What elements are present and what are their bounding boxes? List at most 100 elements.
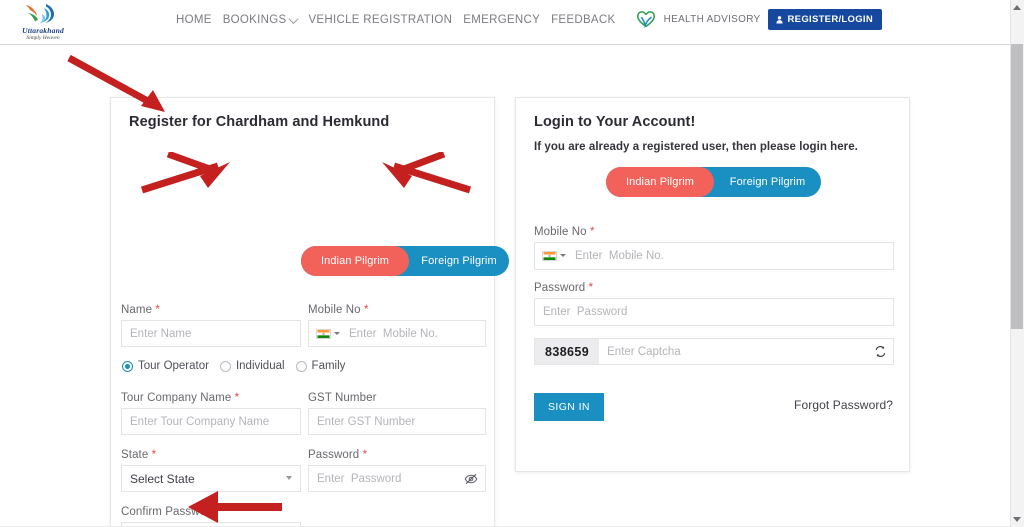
register-card: Register for Chardham and Hemkund Indian… (110, 97, 509, 527)
register-company-input[interactable] (121, 408, 301, 435)
register-gst-label: GST Number (308, 392, 486, 404)
nav-item-emergency[interactable]: EMERGENCY (463, 14, 540, 26)
sign-in-button[interactable]: SIGN IN (534, 393, 604, 421)
main-navigation: HOME BOOKINGS VEHICLE REGISTRATION EMERG… (176, 13, 615, 26)
register-confirm-password-required: * (219, 506, 225, 518)
register-toggle-indian-pilgrim[interactable]: Indian Pilgrim (301, 246, 409, 276)
scroll-down-arrow-icon[interactable] (1013, 517, 1021, 522)
register-state-required: * (151, 449, 157, 461)
radio-family[interactable]: Family (295, 360, 346, 372)
login-mobile-label-text: Mobile No (534, 226, 587, 238)
vertical-scrollbar-track[interactable] (1010, 0, 1024, 527)
register-title: Register for Chardham and Hemkund (129, 114, 390, 130)
captcha-row: 838659 (534, 338, 894, 365)
header-actions: HEALTH ADVISORY REGISTER/LOGIN (635, 8, 882, 30)
register-gst-field: GST Number (308, 392, 486, 435)
nav-label-emergency: EMERGENCY (463, 14, 541, 26)
nav-label-home: HOME (176, 14, 212, 26)
register-password-input[interactable] (308, 465, 486, 492)
captcha-code: 838659 (535, 339, 600, 364)
radio-tour-operator-label: Tour Operator (138, 360, 209, 372)
register-mobile-label-text: Mobile No (308, 304, 361, 316)
health-advisory-label: HEALTH ADVISORY (663, 13, 761, 25)
register-password-required: * (362, 449, 368, 461)
nav-item-feedback[interactable]: FEEDBACK (551, 14, 615, 26)
register-login-label: REGISTER/LOGIN (787, 13, 873, 25)
register-state-selected-value: Select State (130, 471, 195, 486)
register-confirm-password-label: Confirm Password * (121, 506, 301, 518)
login-pilgrim-toggle: Indian Pilgrim Foreign Pilgrim (606, 167, 821, 197)
page-root: Uttarakhand Simply Heaven HOME BOOKINGS … (0, 0, 1024, 527)
register-name-input[interactable] (121, 320, 301, 347)
radio-individual[interactable]: Individual (219, 360, 285, 372)
nav-label-vehicle-registration: VEHICLE REGISTRATION (308, 14, 453, 26)
login-mobile-label: Mobile No * (534, 226, 894, 238)
login-toggle-indian-pilgrim[interactable]: Indian Pilgrim (606, 167, 714, 197)
register-state-select-wrap: Select State (121, 465, 301, 492)
login-subtitle: If you are already a registered user, th… (534, 141, 858, 153)
uttarakhand-logo[interactable]: Uttarakhand Simply Heaven (8, 2, 78, 44)
login-password-field: Password * (534, 282, 894, 326)
vertical-scrollbar-thumb[interactable] (1011, 44, 1023, 329)
register-password-field: Password * (308, 449, 486, 492)
nav-label-feedback: FEEDBACK (551, 14, 616, 26)
register-confirm-password-field: Confirm Password * (121, 506, 301, 527)
register-user-type-group: Tour Operator Individual Family (122, 360, 345, 372)
chevron-down-icon (289, 13, 299, 24)
register-mobile-input-wrap (308, 320, 486, 347)
register-state-label: State * (121, 449, 301, 461)
refresh-captcha-icon[interactable] (867, 339, 893, 364)
radio-family-dot (295, 360, 307, 372)
login-mobile-field: Mobile No * (534, 226, 894, 270)
radio-tour-operator[interactable]: Tour Operator (122, 360, 209, 372)
register-name-field: Name * (121, 304, 301, 347)
health-advisory-icon (636, 11, 655, 29)
radio-family-label: Family (311, 360, 346, 372)
login-mobile-input-wrap (534, 242, 894, 270)
login-title: Login to Your Account! (534, 114, 696, 130)
login-password-input[interactable] (534, 298, 894, 326)
register-company-label-text: Tour Company Name (121, 392, 232, 404)
eye-slash-icon[interactable] (464, 472, 478, 486)
login-password-required: * (588, 282, 594, 294)
register-mobile-input[interactable] (308, 320, 486, 347)
nav-label-bookings: BOOKINGS (222, 14, 287, 26)
refresh-icon-glyph (875, 346, 885, 357)
radio-individual-dot (219, 360, 231, 372)
nav-item-vehicle-registration[interactable]: VEHICLE REGISTRATION (308, 14, 452, 26)
register-name-label: Name * (121, 304, 301, 316)
login-card: Login to Your Account! If you are alread… (515, 97, 910, 472)
register-gst-input[interactable] (308, 408, 486, 435)
register-state-select[interactable]: Select State (121, 465, 301, 492)
radio-tour-operator-dot (122, 360, 133, 372)
login-toggle-foreign-pilgrim[interactable]: Foreign Pilgrim (714, 167, 821, 197)
register-state-field: State * Select State (121, 449, 301, 492)
register-password-input-wrap (308, 465, 486, 492)
register-pilgrim-toggle: Indian Pilgrim Foreign Pilgrim (301, 246, 509, 276)
register-company-field: Tour Company Name * (121, 392, 301, 435)
register-name-label-text: Name (121, 304, 153, 316)
register-name-required: * (155, 304, 160, 316)
register-password-label: Password * (308, 449, 486, 461)
register-company-label: Tour Company Name * (121, 392, 301, 404)
login-mobile-required: * (589, 226, 595, 238)
logo-mark-icon (26, 4, 54, 24)
register-state-label-text: State (121, 449, 149, 461)
logo-title: Uttarakhand (22, 26, 64, 35)
register-mobile-required: * (363, 304, 369, 316)
scroll-up-arrow-icon[interactable] (1013, 5, 1021, 10)
register-gst-label-text: GST Number (308, 392, 377, 404)
register-confirm-password-label-text: Confirm Password (121, 506, 217, 518)
nav-item-home[interactable]: HOME (176, 14, 212, 26)
logo-tagline: Simply Heaven (26, 35, 60, 41)
register-mobile-label: Mobile No * (308, 304, 486, 316)
register-login-button[interactable]: REGISTER/LOGIN (767, 8, 882, 30)
register-toggle-foreign-pilgrim[interactable]: Foreign Pilgrim (409, 246, 509, 276)
login-mobile-input[interactable] (534, 242, 894, 270)
user-icon (775, 15, 783, 23)
forgot-password-link[interactable]: Forgot Password? (794, 398, 893, 412)
captcha-input[interactable] (599, 339, 867, 364)
site-header: Uttarakhand Simply Heaven HOME BOOKINGS … (0, 0, 1010, 45)
nav-item-bookings[interactable]: BOOKINGS (222, 13, 299, 26)
register-mobile-field: Mobile No * (308, 304, 486, 347)
